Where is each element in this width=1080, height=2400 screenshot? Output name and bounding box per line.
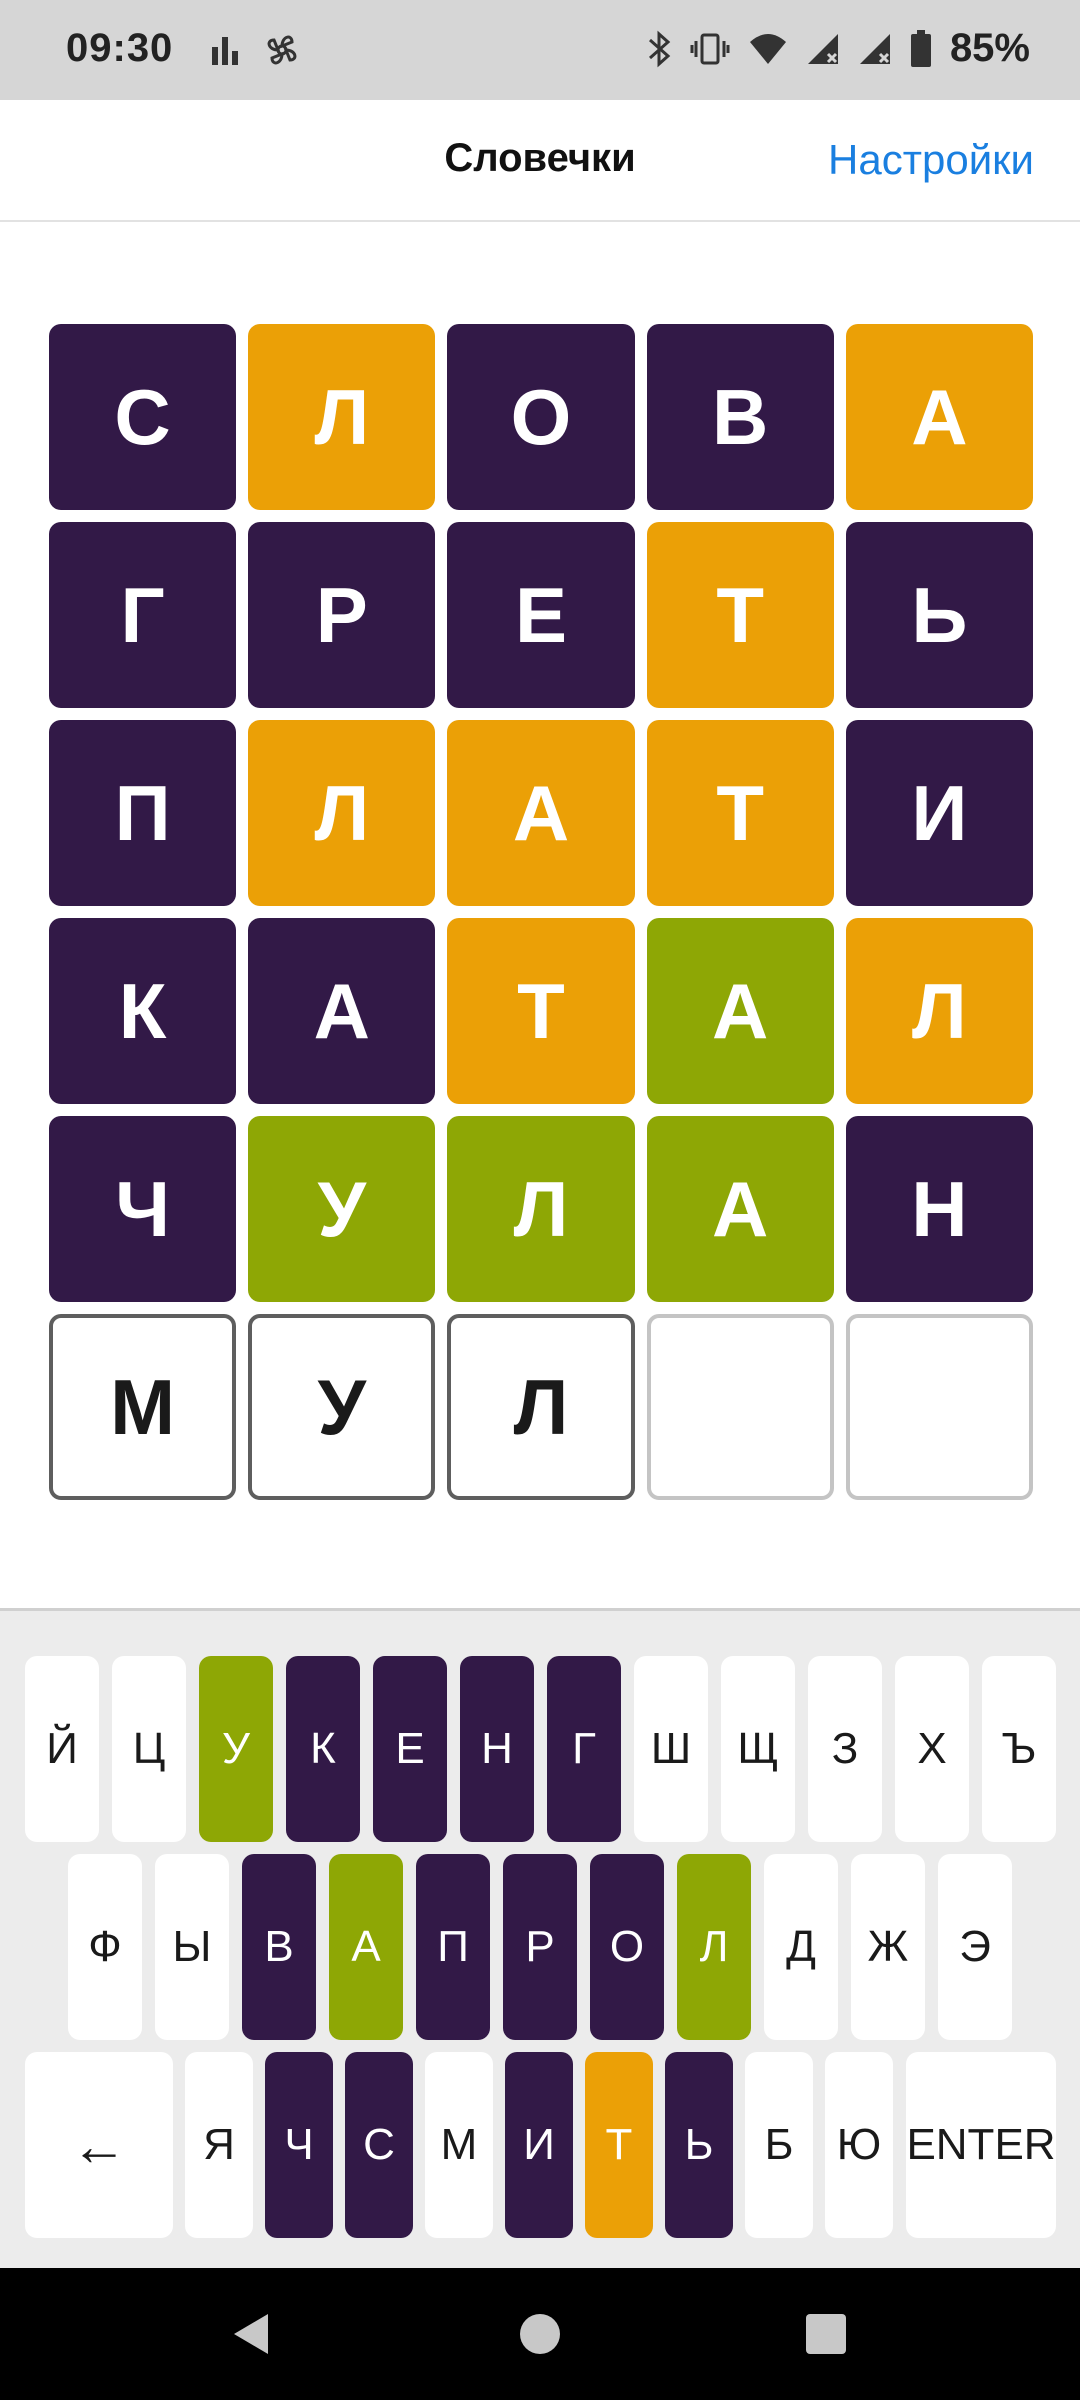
vibrate-icon <box>690 33 730 64</box>
board-row: ГРЕТЬ <box>49 522 1034 708</box>
bar-chart-icon <box>212 37 238 65</box>
key-В[interactable]: В <box>242 1854 316 2040</box>
navigation-bar <box>0 2268 1080 2400</box>
app-header: Словечки Настройки <box>0 100 1080 222</box>
recents-icon[interactable] <box>796 2304 856 2364</box>
letter-tile: Т <box>447 918 635 1104</box>
key-Й[interactable]: Й <box>25 1656 99 1842</box>
home-icon[interactable] <box>510 2304 570 2364</box>
letter-tile: Л <box>447 1314 635 1500</box>
letter-tile: П <box>49 720 237 906</box>
key-Н[interactable]: Н <box>460 1656 534 1842</box>
key-И[interactable]: И <box>505 2052 573 2238</box>
on-screen-keyboard: Й Ц У К Е Н Г Ш Щ З Х Ъ Ф Ы В А П Р О Л Д Ж Э ← Я Ч С М И Т Ь Б Ю ENTER <box>0 1608 1080 2271</box>
letter-tile: Н <box>845 1116 1034 1302</box>
signal-icon <box>807 33 838 64</box>
key-П[interactable]: П <box>416 1854 490 2040</box>
key-С[interactable]: С <box>345 2052 413 2238</box>
battery-level: 85% <box>949 26 1030 70</box>
key-К[interactable]: К <box>286 1656 360 1842</box>
letter-tile: К <box>49 918 237 1104</box>
board-row: ЧУЛАН <box>49 1116 1034 1302</box>
game-board: СЛОВАГРЕТЬПЛАТИКАТАЛЧУЛАНМУЛ <box>49 324 1034 1512</box>
board-row: КАТАЛ <box>49 918 1034 1104</box>
backspace-key[interactable]: ← <box>25 2052 173 2238</box>
battery-icon <box>910 29 931 67</box>
enter-key[interactable]: ENTER <box>906 2052 1056 2238</box>
keyboard-row: ЙЦУКЕНГШЩЗХЪ <box>0 1656 1080 1842</box>
key-Ж[interactable]: Ж <box>851 1854 925 2040</box>
key-Г[interactable]: Г <box>547 1656 621 1842</box>
key-Ш[interactable]: Ш <box>634 1656 708 1842</box>
key-Ю[interactable]: Ю <box>825 2052 893 2238</box>
letter-tile: А <box>447 720 635 906</box>
letter-tile: О <box>447 324 635 510</box>
key-М[interactable]: М <box>425 2052 493 2238</box>
status-bar: 09:30 85% <box>0 0 1080 100</box>
letter-tile: А <box>646 918 834 1104</box>
key-Б[interactable]: Б <box>745 2052 813 2238</box>
letter-tile: В <box>646 324 834 510</box>
key-Е[interactable]: Е <box>373 1656 447 1842</box>
letter-tile: Л <box>248 720 436 906</box>
key-Ь[interactable]: Ь <box>665 2052 733 2238</box>
keyboard-row: ФЫВАПРОЛДЖЭ <box>0 1854 1080 2040</box>
letter-tile: И <box>845 720 1034 906</box>
letter-tile: Л <box>248 324 436 510</box>
letter-tile: У <box>248 1314 436 1500</box>
letter-tile: Е <box>447 522 635 708</box>
key-Щ[interactable]: Щ <box>721 1656 795 1842</box>
letter-tile <box>845 1314 1034 1500</box>
letter-tile: Л <box>845 918 1034 1104</box>
letter-tile: Т <box>646 522 834 708</box>
letter-tile: Ч <box>49 1116 237 1302</box>
key-З[interactable]: З <box>808 1656 882 1842</box>
keyboard-row: ← Я Ч С М И Т Ь Б Ю ENTER <box>0 2052 1080 2238</box>
letter-tile: Р <box>248 522 436 708</box>
letter-tile: М <box>49 1314 237 1500</box>
letter-tile: У <box>248 1116 436 1302</box>
key-Я[interactable]: Я <box>185 2052 253 2238</box>
wifi-icon <box>749 33 786 64</box>
board-row: МУЛ <box>49 1314 1034 1500</box>
key-Ц[interactable]: Ц <box>112 1656 186 1842</box>
key-У[interactable]: У <box>199 1656 273 1842</box>
key-Т[interactable]: Т <box>585 2052 653 2238</box>
key-О[interactable]: О <box>590 1854 664 2040</box>
key-Л[interactable]: Л <box>677 1854 751 2040</box>
key-Ъ[interactable]: Ъ <box>982 1656 1056 1842</box>
key-Э[interactable]: Э <box>938 1854 1012 2040</box>
key-Х[interactable]: Х <box>895 1656 969 1842</box>
letter-tile <box>646 1314 834 1500</box>
signal-icon <box>859 33 890 64</box>
back-icon[interactable] <box>222 2304 282 2364</box>
letter-tile: А <box>845 324 1034 510</box>
key-А[interactable]: А <box>329 1854 403 2040</box>
key-Ы[interactable]: Ы <box>155 1854 229 2040</box>
status-right-icons: 85% <box>646 26 1030 71</box>
letter-tile: С <box>49 324 237 510</box>
bluetooth-icon <box>648 30 671 67</box>
letter-tile: А <box>248 918 436 1104</box>
status-time: 09:30 <box>66 26 174 70</box>
letter-tile: А <box>646 1116 834 1302</box>
letter-tile: Л <box>447 1116 635 1302</box>
letter-tile: Ь <box>845 522 1034 708</box>
pinwheel-icon <box>267 35 297 65</box>
key-Д[interactable]: Д <box>764 1854 838 2040</box>
letter-tile: Т <box>646 720 834 906</box>
board-row: СЛОВА <box>49 324 1034 510</box>
board-row: ПЛАТИ <box>49 720 1034 906</box>
key-Ч[interactable]: Ч <box>265 2052 333 2238</box>
settings-link[interactable]: Настройки <box>828 136 1034 184</box>
status-left-icons <box>210 30 302 70</box>
key-Р[interactable]: Р <box>503 1854 577 2040</box>
key-Ф[interactable]: Ф <box>68 1854 142 2040</box>
letter-tile: Г <box>49 522 237 708</box>
